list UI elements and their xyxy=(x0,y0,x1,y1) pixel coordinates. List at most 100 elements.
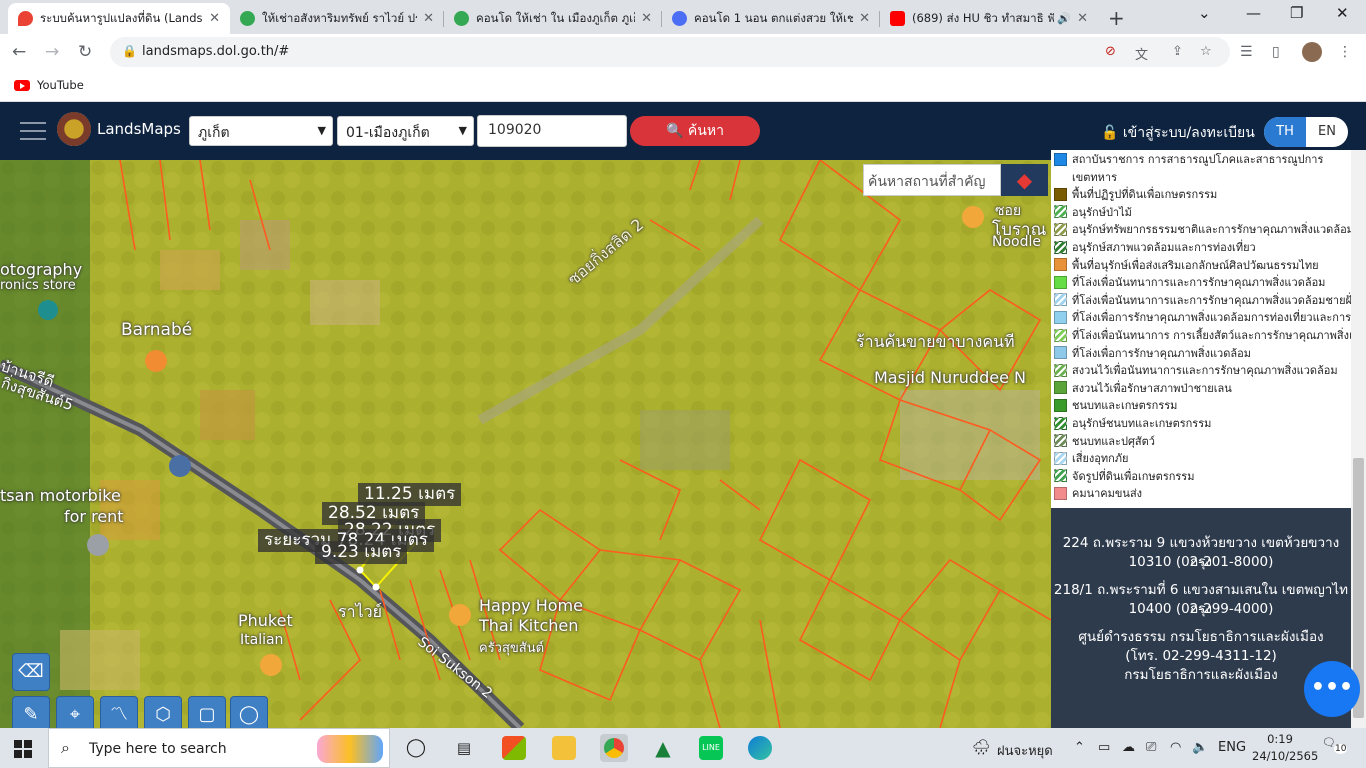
poi-happy-home-sub: Thai Kitchen xyxy=(479,616,579,635)
bookmark-star-icon[interactable]: ☆ xyxy=(1200,44,1212,59)
close-icon[interactable]: ✕ xyxy=(423,11,434,26)
tab-strip: ระบบค้นหารูปแปลงที่ดิน (LandsMaps) ✕ ให้… xyxy=(0,0,1366,34)
taskbar-search[interactable]: ⌕ Type here to search xyxy=(48,728,390,768)
place-search-input[interactable]: ค้นหาสถานที่สำคัญ xyxy=(863,164,1001,196)
back-icon[interactable]: ← xyxy=(12,42,26,62)
tab-condo-one-bedroom[interactable]: คอนโด 1 นอน ตกแต่งสวย ให้เช่า ✕ xyxy=(662,3,880,34)
address-line: ศูนย์ดำรงธรรม กรมโยธาธิการและผังเมือง xyxy=(1078,629,1324,645)
login-link[interactable]: 🔓 เข้าสู่ระบบ/ลงทะเบียน xyxy=(1101,122,1255,144)
translate-icon[interactable]: 文 xyxy=(1135,44,1148,63)
eraser-tool[interactable]: ⌫ xyxy=(12,653,50,691)
reload-icon[interactable]: ↻ xyxy=(78,42,92,62)
line-app-icon[interactable]: LINE xyxy=(699,736,723,760)
cloud-icon[interactable]: ☁ xyxy=(1122,740,1135,755)
edge-icon[interactable] xyxy=(748,736,772,760)
notification-center[interactable]: 🗨 10 xyxy=(1322,736,1348,760)
site-favicon-icon xyxy=(672,11,687,26)
tab-title: คอนโด ให้เช่า ใน เมืองภูเก็ต ภูเก็ต xyxy=(476,10,636,25)
province-select[interactable]: ภูเก็ต ▼ xyxy=(189,116,333,146)
poi-phuket-italian[interactable]: Phuket xyxy=(238,611,293,630)
bookmark-label: YouTube xyxy=(37,78,84,92)
tab-rental-rawai[interactable]: ให้เช่าอสังหาริมทรัพย์ ราไวย์ ประเทศ ✕ xyxy=(230,3,444,34)
legend-item: พื้นที่อนุรักษ์เพื่อส่งเสริมเอกลักษณ์ศิล… xyxy=(1054,256,1319,274)
tab-title: ให้เช่าอสังหาริมทรัพย์ ราไวย์ ประเทศ xyxy=(262,10,417,25)
tab-youtube[interactable]: (689) ส่ง HU ชิว ทำสมาธิ ฟัง 🔊 ✕ xyxy=(880,3,1098,34)
hamburger-menu-icon[interactable] xyxy=(20,122,46,140)
bookmarks-bar: YouTube xyxy=(0,70,1366,102)
window-close-button[interactable]: ✕ xyxy=(1336,4,1349,22)
close-icon[interactable]: ✕ xyxy=(209,11,220,26)
legend-swatch xyxy=(1054,328,1067,342)
menu-kebab-icon[interactable]: ⋮ xyxy=(1338,44,1352,60)
poi-happy-home[interactable]: Happy Home xyxy=(479,596,583,615)
search-icon: ⌕ xyxy=(61,738,70,757)
legend-swatch xyxy=(1054,240,1067,254)
chrome-icon[interactable] xyxy=(600,734,628,762)
file-explorer-icon[interactable] xyxy=(552,736,576,760)
battery-icon[interactable]: ▭ xyxy=(1098,740,1110,755)
district-select[interactable]: 01-เมืองภูเก็ต ▼ xyxy=(337,116,474,146)
poi-shop[interactable]: ร้านค้นขายขาบางคนที xyxy=(856,330,1015,355)
poi-electronics-store[interactable]: ronics store xyxy=(0,278,76,293)
task-view-icon[interactable]: ◯ xyxy=(404,736,428,760)
diwali-lamp-icon[interactable] xyxy=(317,735,383,763)
input-language[interactable]: ENG xyxy=(1218,740,1246,755)
address-line: 10310 (02-201-8000) xyxy=(1128,554,1274,570)
parcel-number-input[interactable]: 109020 xyxy=(477,115,627,147)
poi-masjid[interactable]: Masjid Nuruddee N xyxy=(874,368,1026,387)
legend-label: อนุรักษ์สภาพแวดล้อมและการท่องเที่ยว xyxy=(1072,241,1256,254)
blocked-icon[interactable]: ⊘ xyxy=(1105,44,1116,59)
language-toggle: TH EN xyxy=(1264,117,1348,147)
legend-item: ที่โล่งเพื่อนันทนาการ การเลี้ยงสัตว์และก… xyxy=(1054,326,1351,344)
more-options-button[interactable]: ••• xyxy=(1304,661,1360,717)
side-panel-icon[interactable]: ▯ xyxy=(1272,44,1280,60)
chevron-up-icon[interactable]: ⌃ xyxy=(1074,740,1085,755)
volume-icon[interactable]: 🔈 xyxy=(1192,740,1208,755)
windows-start-icon[interactable] xyxy=(14,740,32,758)
widgets-icon[interactable]: ▤ xyxy=(452,736,476,760)
minimize-button[interactable]: — xyxy=(1246,4,1261,22)
close-icon[interactable]: ✕ xyxy=(859,11,870,26)
poi-barnabe[interactable]: Barnabé xyxy=(121,320,192,340)
tab-search-icon[interactable]: ⌄ xyxy=(1198,4,1211,22)
legend-swatch xyxy=(1054,434,1067,448)
close-icon[interactable]: ✕ xyxy=(641,11,652,26)
wifi-icon[interactable]: ◠ xyxy=(1170,740,1181,755)
district-value: 01-เมืองภูเก็ต xyxy=(346,125,430,141)
profile-avatar[interactable] xyxy=(1302,42,1322,62)
site-favicon-icon xyxy=(240,11,255,26)
tab-title: ระบบค้นหารูปแปลงที่ดิน (LandsMaps) xyxy=(40,10,203,25)
store-icon[interactable] xyxy=(502,736,526,760)
system-clock[interactable]: 0:19 24/10/2565 xyxy=(1252,731,1318,765)
map-canvas[interactable]: otography ronics store Barnabé ซอยกิ่งสล… xyxy=(0,160,1051,728)
camera-icon[interactable]: ⎚ xyxy=(1146,740,1156,755)
tab-title: คอนโด 1 นอน ตกแต่งสวย ให้เช่า xyxy=(694,10,854,25)
measurement-label: 9.23 เมตร xyxy=(315,541,408,564)
legend-swatch xyxy=(1054,258,1067,272)
new-tab-button[interactable]: + xyxy=(1108,6,1125,30)
poi-motorbike-rental[interactable]: tsan motorbike xyxy=(0,486,121,505)
forward-icon[interactable]: → xyxy=(45,42,59,62)
search-button[interactable]: 🔍 ค้นหา xyxy=(630,116,760,146)
lang-th-button[interactable]: TH xyxy=(1264,117,1306,147)
lang-en-button[interactable]: EN xyxy=(1306,117,1348,147)
legend-swatch xyxy=(1054,363,1067,377)
lock-icon[interactable]: 🔒 xyxy=(122,44,137,58)
share-icon[interactable]: ⇪ xyxy=(1172,44,1183,59)
weather-text[interactable]: ฝนจะหยุด xyxy=(997,740,1053,761)
weather-icon[interactable]: 🌧 xyxy=(972,738,991,756)
legend-label: เขตทหาร xyxy=(1072,170,1118,184)
reading-list-icon[interactable]: ☰ xyxy=(1240,44,1253,60)
tab-landsmaps[interactable]: ระบบค้นหารูปแปลงที่ดิน (LandsMaps) ✕ xyxy=(8,3,230,34)
poi-photography[interactable]: otography xyxy=(0,260,82,279)
google-drive-icon[interactable]: ▲ xyxy=(651,736,675,760)
tab-condo-phuket[interactable]: คอนโด ให้เช่า ใน เมืองภูเก็ต ภูเก็ต ✕ xyxy=(444,3,662,34)
close-icon[interactable]: ✕ xyxy=(1077,11,1088,26)
layers-button[interactable]: ◆ xyxy=(1001,164,1048,196)
address-bar[interactable]: 🔒 landsmaps.dol.go.th/# ⊘ 文 ⇪ ☆ xyxy=(110,37,1230,67)
legend-label: ที่โล่งเพื่อการรักษาคุณภาพสิ่งแวดล้อม xyxy=(1072,346,1251,360)
maximize-button[interactable]: ❐ xyxy=(1290,4,1303,22)
search-button-label: ค้นหา xyxy=(687,123,724,139)
speaker-icon[interactable]: 🔊 xyxy=(1057,12,1071,25)
legend-swatch xyxy=(1054,275,1067,289)
